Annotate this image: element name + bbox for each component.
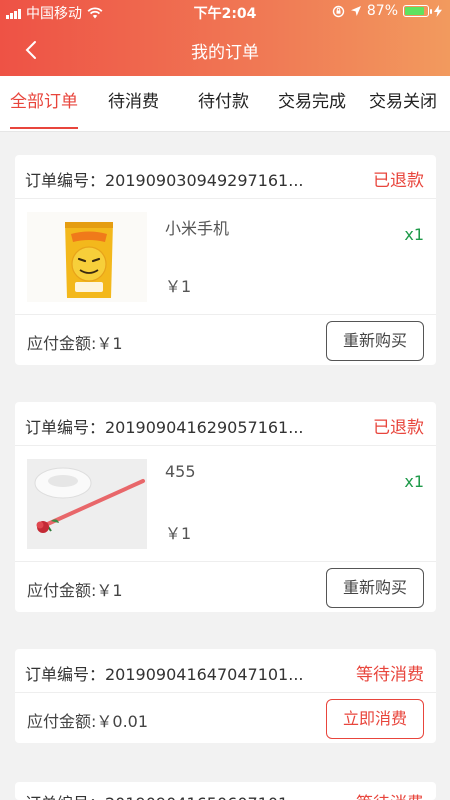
order-status: 已退款 xyxy=(373,418,424,438)
battery-icon xyxy=(403,5,432,17)
product-price: ￥1 xyxy=(165,524,192,543)
order-number: 订单编号：201909041647047101... xyxy=(25,665,304,684)
order-tabs: 全部订单 待消费 待付款 交易完成 交易关闭 xyxy=(0,76,450,132)
payable-amount: 应付金额:￥0.01 xyxy=(27,712,149,731)
status-bar: 中国移动 下午2:04 87% xyxy=(0,0,450,22)
orientation-lock-icon xyxy=(332,5,345,17)
product-price: ￥1 xyxy=(165,277,192,296)
order-card-footer: 应付金额:￥0.01 立即消费 xyxy=(15,693,436,743)
tab-pending-consume[interactable]: 待消费 xyxy=(108,76,159,132)
consume-now-button[interactable]: 立即消费 xyxy=(326,699,424,739)
tab-closed[interactable]: 交易关闭 xyxy=(369,76,437,132)
order-card[interactable]: 订单编号：201909041629057161... 已退款 455 ￥1 x1… xyxy=(15,402,436,612)
order-status: 等待消费 xyxy=(356,665,424,685)
tab-all-orders[interactable]: 全部订单 xyxy=(10,76,78,132)
order-number: 订单编号：201909041629057161... xyxy=(25,418,304,437)
order-number: 订单编号：201909041650607101... xyxy=(25,790,304,800)
status-right: 87% xyxy=(332,3,442,19)
rebuy-button[interactable]: 重新购买 xyxy=(326,568,424,608)
tab-pending-payment[interactable]: 待付款 xyxy=(198,76,249,132)
order-card[interactable]: 订单编号：201909041647047101... 等待消费 应付金额:￥0.… xyxy=(15,649,436,743)
order-card[interactable]: 订单编号：201909041650607101... 等待消费 xyxy=(15,782,436,800)
order-card[interactable]: 订单编号：201909030949297161... 已退款 小米手机 ￥1 x… xyxy=(15,155,436,365)
payable-amount: 应付金额:￥1 xyxy=(27,334,123,353)
product-name: 455 xyxy=(165,462,196,481)
order-card-footer: 应付金额:￥1 重新购买 xyxy=(15,315,436,365)
rebuy-button[interactable]: 重新购买 xyxy=(326,321,424,361)
order-item[interactable]: 小米手机 ￥1 x1 xyxy=(15,199,436,315)
order-status: 等待消费 xyxy=(356,789,424,800)
product-thumbnail-snack-bag xyxy=(27,212,147,302)
order-card-header: 订单编号：201909030949297161... 已退款 xyxy=(15,155,436,199)
battery-percent: 87% xyxy=(366,3,398,19)
location-arrow-icon xyxy=(350,6,361,16)
header: 中国移动 下午2:04 87% 我的订单 xyxy=(0,0,450,76)
order-card-header: 订单编号：201909041647047101... 等待消费 xyxy=(15,649,436,693)
order-card-footer: 应付金额:￥1 重新购买 xyxy=(15,562,436,612)
tab-completed[interactable]: 交易完成 xyxy=(278,76,346,132)
product-name: 小米手机 xyxy=(165,219,230,238)
order-item[interactable]: 455 ￥1 x1 xyxy=(15,446,436,562)
charging-icon xyxy=(434,5,442,17)
payable-amount: 应付金额:￥1 xyxy=(27,581,123,600)
order-card-header: 订单编号：201909041629057161... 已退款 xyxy=(15,402,436,446)
order-status: 已退款 xyxy=(373,171,424,191)
product-quantity: x1 xyxy=(404,225,424,244)
order-number: 订单编号：201909030949297161... xyxy=(25,171,304,190)
product-quantity: x1 xyxy=(404,472,424,491)
page-title: 我的订单 xyxy=(191,43,259,63)
product-thumbnail-rose-pen xyxy=(27,459,147,549)
order-card-header: 订单编号：201909041650607101... 等待消费 xyxy=(15,782,436,800)
